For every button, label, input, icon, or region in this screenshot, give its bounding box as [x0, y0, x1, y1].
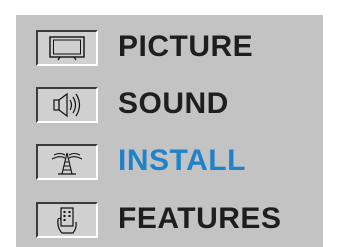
speaker-icon [36, 87, 98, 123]
menu-item-install[interactable]: INSTALL [16, 137, 323, 185]
menu-item-picture[interactable]: PICTURE [16, 23, 323, 71]
osd-menu-panel: PICTURE SOUND INSTALL FEATURES [16, 15, 323, 247]
remote-hand-icon [36, 202, 98, 238]
menu-item-label: PICTURE [118, 30, 254, 63]
menu-item-label: INSTALL [118, 144, 246, 177]
menu-item-label: FEATURES [118, 202, 282, 235]
antenna-icon [36, 144, 98, 180]
tv-screen-icon [36, 30, 98, 66]
menu-item-features[interactable]: FEATURES [16, 195, 323, 243]
menu-item-label: SOUND [118, 87, 229, 120]
menu-item-sound[interactable]: SOUND [16, 80, 323, 128]
